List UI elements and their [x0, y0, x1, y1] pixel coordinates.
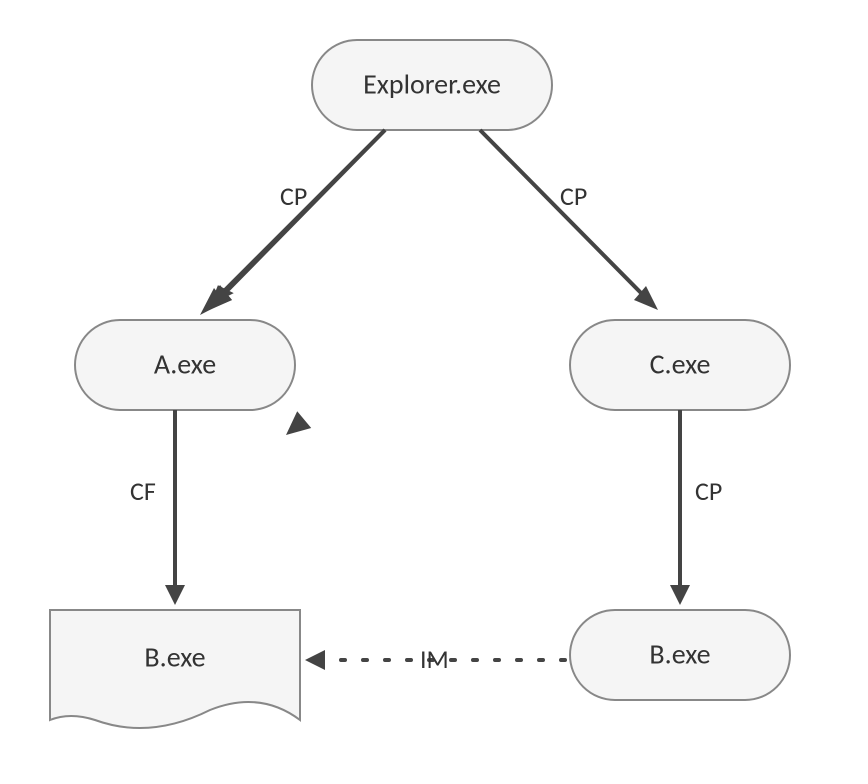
- arrow-explorer-a: [208, 130, 385, 310]
- edge-label-a-bfile: CF: [130, 475, 156, 507]
- edge-label-c-bprocess: CP: [695, 475, 722, 507]
- arrow-a-bfile: [165, 410, 185, 605]
- arrow-explorer-c: [480, 130, 658, 310]
- node-c-label: C.exe: [650, 347, 711, 382]
- node-b-file-label: B.exe: [144, 640, 205, 675]
- edge-label-explorer-a: CP: [280, 180, 307, 212]
- edge-label-explorer-c: CP: [560, 180, 587, 212]
- arrow-c-bprocess: [670, 410, 690, 605]
- node-b-process-label: B.exe: [649, 637, 710, 672]
- node-explorer-label: Explorer.exe: [363, 67, 501, 102]
- node-a-label: A.exe: [154, 347, 216, 382]
- process-tree-diagram: Explorer.exe A.exe C.exe B.exe B.exe CP …: [0, 0, 868, 784]
- edge-label-cross: IM: [420, 643, 449, 675]
